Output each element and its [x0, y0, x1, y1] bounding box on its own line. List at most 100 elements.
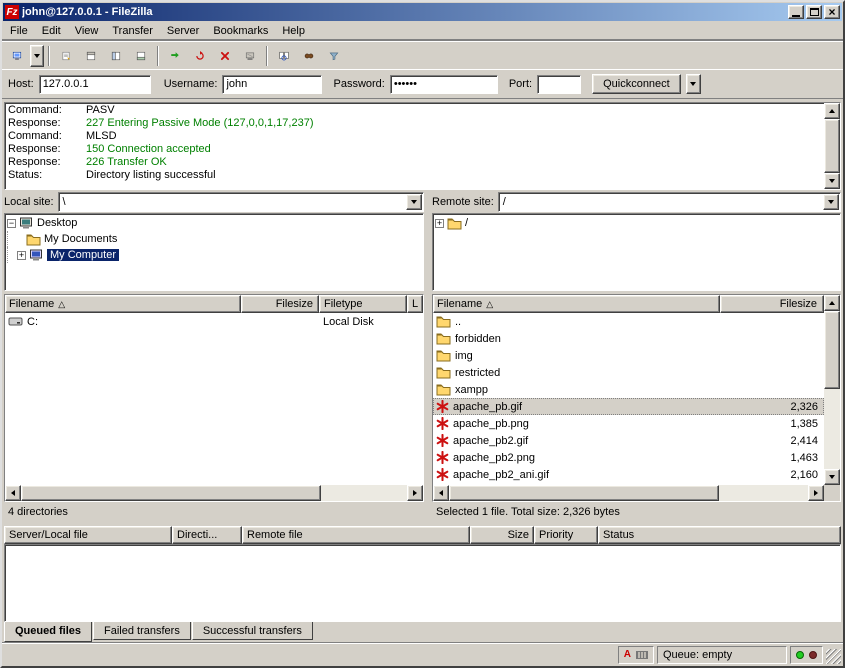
toggle-remote-tree-icon[interactable] — [104, 45, 128, 67]
file-row[interactable]: img — [433, 347, 824, 364]
log-type: Response: — [8, 156, 86, 169]
site-manager-dropdown-icon[interactable] — [30, 45, 44, 67]
tab-failed-transfers[interactable]: Failed transfers — [93, 622, 191, 640]
username-input[interactable] — [222, 75, 322, 94]
expand-icon[interactable]: + — [435, 219, 444, 228]
minimize-icon — [792, 15, 800, 17]
column-filesize[interactable]: Filesize — [720, 295, 824, 313]
image-file-icon — [436, 468, 449, 481]
menu-bookmarks[interactable]: Bookmarks — [206, 22, 275, 40]
column-priority[interactable]: Priority — [534, 526, 598, 544]
column-filetype[interactable]: Filetype — [319, 295, 407, 313]
host-input[interactable] — [39, 75, 151, 94]
toggle-message-log-icon[interactable] — [54, 45, 78, 67]
title-bar[interactable]: Fz john@127.0.0.1 - FileZilla × — [3, 3, 842, 21]
file-row[interactable]: forbidden — [433, 330, 824, 347]
quickconnect-button[interactable]: Quickconnect — [592, 74, 681, 94]
menu-edit[interactable]: Edit — [35, 22, 68, 40]
scrollbar-thumb[interactable] — [21, 485, 321, 501]
disconnect-icon[interactable] — [238, 45, 262, 67]
tree-item-my-documents[interactable]: My Documents — [7, 231, 421, 247]
remote-horizontal-scrollbar[interactable] — [433, 485, 840, 501]
tab-successful-transfers[interactable]: Successful transfers — [192, 622, 313, 640]
tree-item-root[interactable]: + / — [435, 215, 838, 231]
quickconnect-dropdown-icon[interactable] — [686, 74, 701, 94]
file-row[interactable]: xampp — [433, 381, 824, 398]
directory-compare-icon[interactable] — [272, 45, 296, 67]
file-row[interactable]: C: Local Disk — [5, 313, 423, 330]
close-button[interactable]: × — [824, 5, 840, 19]
column-size[interactable]: Size — [470, 526, 534, 544]
column-filename[interactable]: Filename△ — [5, 295, 241, 313]
resize-grip[interactable] — [826, 649, 841, 664]
file-row[interactable]: restricted — [433, 364, 824, 381]
scroll-right-icon[interactable] — [407, 485, 423, 501]
expand-icon[interactable]: + — [17, 251, 26, 260]
remote-site-combobox[interactable]: / — [498, 192, 841, 212]
maximize-button[interactable] — [806, 5, 822, 19]
cancel-transfer-icon[interactable] — [213, 45, 237, 67]
column-remote-file[interactable]: Remote file — [242, 526, 470, 544]
toggle-local-tree-icon[interactable] — [79, 45, 103, 67]
local-directory-tree[interactable]: − Desktop My Documents + My Computer — [4, 213, 424, 291]
file-row-selected[interactable]: apache_pb.gif 2,326 — [433, 398, 824, 415]
file-row[interactable]: apache_pb2.png 1,463 — [433, 449, 824, 466]
scroll-down-icon[interactable] — [824, 469, 840, 485]
column-last-modified[interactable]: L — [407, 295, 423, 313]
local-status-text: 4 directories — [4, 502, 424, 522]
queue-list[interactable] — [4, 544, 841, 622]
file-row[interactable]: .. — [433, 313, 824, 330]
scroll-down-icon[interactable] — [824, 173, 840, 189]
scrollbar-thumb[interactable] — [824, 119, 840, 173]
password-input[interactable] — [390, 75, 498, 94]
combo-dropdown-icon[interactable] — [406, 194, 422, 210]
refresh-icon[interactable] — [163, 45, 187, 67]
menu-view[interactable]: View — [68, 22, 106, 40]
remote-directory-tree[interactable]: + / — [432, 213, 841, 291]
file-row[interactable]: apache_pb2_ani.gif 2,160 — [433, 466, 824, 483]
scroll-left-icon[interactable] — [433, 485, 449, 501]
collapse-icon[interactable]: − — [7, 219, 16, 228]
find-files-icon[interactable] — [297, 45, 321, 67]
scrollbar-thumb[interactable] — [449, 485, 719, 501]
port-input[interactable] — [537, 75, 581, 94]
tree-item-desktop[interactable]: − Desktop — [7, 215, 421, 231]
minimize-button[interactable] — [788, 5, 804, 19]
file-name: apache_pb2_ani.gif — [453, 469, 549, 481]
column-filename[interactable]: Filename△ — [433, 295, 720, 313]
scrollbar-thumb[interactable] — [824, 311, 840, 389]
file-row[interactable]: apache_pb.png 1,385 — [433, 415, 824, 432]
toolbar-separator — [48, 46, 50, 66]
combo-dropdown-icon[interactable] — [823, 194, 839, 210]
menu-server[interactable]: Server — [160, 22, 206, 40]
local-site-combobox[interactable]: \ — [58, 192, 424, 212]
scroll-up-icon[interactable] — [824, 103, 840, 119]
log-type: Response: — [8, 117, 86, 130]
sort-ascending-icon: △ — [486, 299, 493, 310]
tree-item-my-computer[interactable]: + My Computer — [7, 247, 421, 263]
column-status[interactable]: Status — [598, 526, 841, 544]
process-queue-icon[interactable] — [188, 45, 212, 67]
scroll-up-icon[interactable] — [824, 295, 840, 311]
tab-queued-files[interactable]: Queued files — [4, 622, 92, 642]
local-horizontal-scrollbar[interactable] — [5, 485, 423, 501]
menu-help[interactable]: Help — [275, 22, 312, 40]
remote-site-value: / — [500, 196, 823, 208]
remote-file-rows[interactable]: .. forbidden img — [433, 313, 824, 485]
menu-transfer[interactable]: Transfer — [105, 22, 160, 40]
local-file-rows[interactable]: C: Local Disk — [5, 313, 423, 485]
toggle-queue-icon[interactable] — [129, 45, 153, 67]
scroll-right-icon[interactable] — [808, 485, 824, 501]
column-server-local-file[interactable]: Server/Local file — [4, 526, 172, 544]
filter-icon[interactable] — [322, 45, 346, 67]
column-direction[interactable]: Directi... — [172, 526, 242, 544]
remote-vertical-scrollbar[interactable] — [824, 295, 840, 485]
menu-file[interactable]: File — [3, 22, 35, 40]
file-row[interactable]: apache_pb2.gif 2,414 — [433, 432, 824, 449]
site-manager-icon[interactable] — [5, 45, 29, 67]
column-filesize[interactable]: Filesize — [241, 295, 319, 313]
scroll-left-icon[interactable] — [5, 485, 21, 501]
file-type: Local Disk — [319, 316, 407, 328]
tree-label: Desktop — [37, 217, 77, 229]
log-vertical-scrollbar[interactable] — [824, 103, 840, 189]
